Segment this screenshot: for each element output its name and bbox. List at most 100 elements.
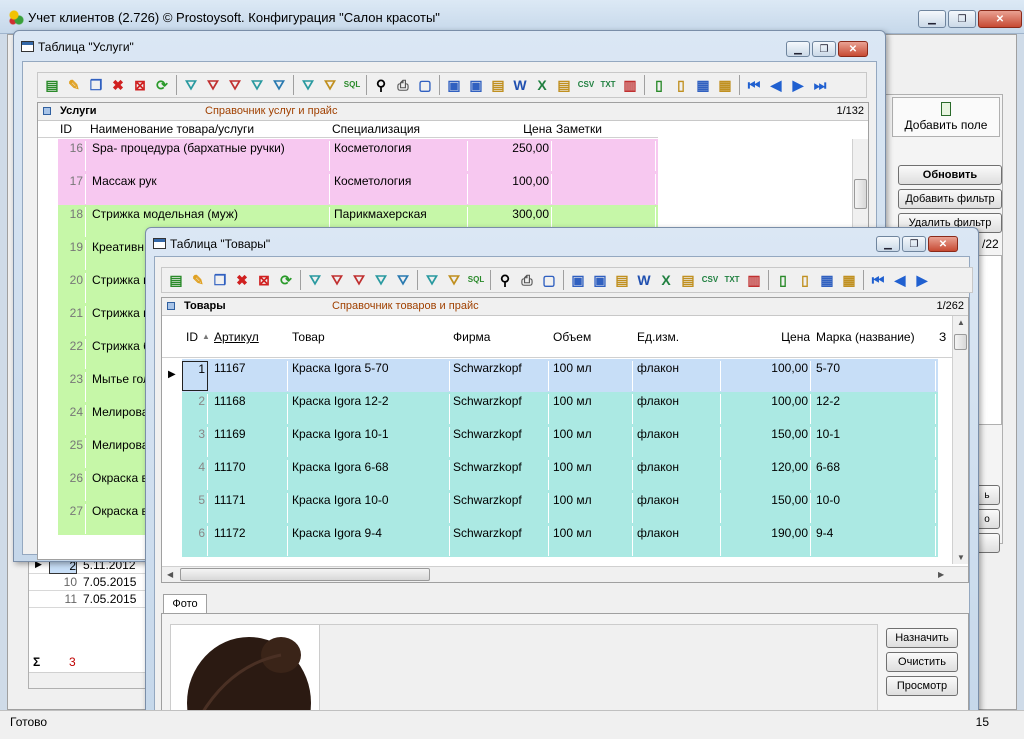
minimize-button[interactable]: ▁ <box>918 10 946 28</box>
csv-icon[interactable]: CSV <box>575 74 597 96</box>
minimize-button[interactable]: ▁ <box>786 41 810 57</box>
template-icon[interactable]: ▤ <box>553 74 575 96</box>
next-record-icon[interactable]: ▶ <box>787 74 809 96</box>
table-row[interactable]: 3 11169 Краска Igora 10-1 Schwarzkopf 100 мл… <box>162 425 952 458</box>
col-firm[interactable]: Фирма <box>453 330 549 344</box>
goods-hscroll-thumb[interactable] <box>180 568 430 581</box>
add-field-icon[interactable]: ▯ <box>772 269 794 291</box>
col-extra[interactable]: З <box>939 330 951 344</box>
last-record-icon[interactable]: ⏭ <box>809 74 831 96</box>
delete-icon[interactable]: ✖ <box>231 269 253 291</box>
table-row[interactable]: 16 Spa- процедура (бархатные ручки) Космет… <box>38 139 658 172</box>
print-icon[interactable]: ⎙ <box>516 269 538 291</box>
filter-list-icon[interactable]: ⛛ <box>443 269 465 291</box>
add-field-icon[interactable]: ▯ <box>648 74 670 96</box>
col-name[interactable]: Наименование товара/услуги <box>90 122 330 136</box>
goods-vscroll-thumb[interactable] <box>954 334 967 350</box>
preview-icon[interactable]: ▢ <box>538 269 560 291</box>
collapse-icon[interactable] <box>43 107 51 115</box>
collapse-icon[interactable] <box>167 302 175 310</box>
col-price[interactable]: Цена <box>724 330 810 344</box>
filter-list-icon[interactable]: ⛛ <box>319 74 341 96</box>
new-record-icon[interactable]: ▤ <box>165 269 187 291</box>
chart-icon[interactable]: ▥ <box>743 269 765 291</box>
delete-multiple-icon[interactable]: ⊠ <box>129 74 151 96</box>
field-edit-icon[interactable]: ▯ <box>794 269 816 291</box>
filter-clear-icon[interactable]: ⛛ <box>224 74 246 96</box>
col-notes[interactable]: Заметки <box>556 122 656 136</box>
col-id[interactable]: ID <box>186 330 202 344</box>
scroll-left-icon[interactable]: ◀ <box>167 570 173 579</box>
sql-icon[interactable]: SQL <box>465 269 487 291</box>
scroll-up-icon[interactable]: ▲ <box>957 318 965 327</box>
col-price[interactable]: Цена <box>468 122 552 136</box>
filter-clear-icon[interactable]: ⛛ <box>348 269 370 291</box>
col-id[interactable]: ID <box>60 122 78 136</box>
chart-icon[interactable]: ▥ <box>619 74 641 96</box>
minimize-button[interactable]: ▁ <box>876 236 900 252</box>
col-spec[interactable]: Специализация <box>332 122 468 136</box>
add-filter-button[interactable]: Добавить фильтр <box>898 189 1002 209</box>
edit-icon[interactable]: ✎ <box>63 74 85 96</box>
maximize-button[interactable]: ❐ <box>812 41 836 57</box>
close-button[interactable]: ✕ <box>838 41 868 57</box>
table-row[interactable]: 2 11168 Краска Igora 12-2 Schwarzkopf 100 мл… <box>162 392 952 425</box>
table-row[interactable]: 6 11172 Краска Igora 9-4 Schwarzkopf 100 мл ф… <box>162 524 952 557</box>
table-settings-icon[interactable]: ▦ <box>816 269 838 291</box>
scroll-down-icon[interactable]: ▼ <box>957 553 965 562</box>
excel-icon[interactable]: X <box>655 269 677 291</box>
edit-icon[interactable]: ✎ <box>187 269 209 291</box>
photo-tab[interactable]: Фото <box>163 594 207 614</box>
word-icon[interactable]: W <box>633 269 655 291</box>
add-field-button[interactable]: Добавить поле <box>892 97 1000 137</box>
print-icon[interactable]: ⎙ <box>392 74 414 96</box>
services-vscroll-thumb[interactable] <box>854 179 867 209</box>
assign-photo-button[interactable]: Назначить <box>886 628 958 648</box>
copy-icon[interactable]: ❐ <box>85 74 107 96</box>
search-icon[interactable]: ⚲ <box>494 269 516 291</box>
filter-save-icon[interactable]: ⛛ <box>268 74 290 96</box>
background-hscroll[interactable] <box>29 672 147 688</box>
filter-group-icon[interactable]: ⛛ <box>297 74 319 96</box>
filter-edit-icon[interactable]: ⛛ <box>370 269 392 291</box>
filter-icon[interactable]: ⛛ <box>180 74 202 96</box>
txt-icon[interactable]: TXT <box>597 74 619 96</box>
close-button[interactable]: ✕ <box>978 10 1022 28</box>
new-record-icon[interactable]: ▤ <box>41 74 63 96</box>
table-format-icon[interactable]: ▦ <box>714 74 736 96</box>
view-photo-button[interactable]: Просмотр <box>886 676 958 696</box>
txt-icon[interactable]: TXT <box>721 269 743 291</box>
table-row[interactable]: 11 7.05.2015 <box>29 591 149 608</box>
prev-record-icon[interactable]: ◀ <box>765 74 787 96</box>
next-record-icon[interactable]: ▶ <box>911 269 933 291</box>
delete-icon[interactable]: ✖ <box>107 74 129 96</box>
field-edit-icon[interactable]: ▯ <box>670 74 692 96</box>
sql-icon[interactable]: SQL <box>341 74 363 96</box>
prev-record-icon[interactable]: ◀ <box>889 269 911 291</box>
filter-remove-icon[interactable]: ⛛ <box>202 74 224 96</box>
filter-remove-icon[interactable]: ⛛ <box>326 269 348 291</box>
report-icon[interactable]: ▤ <box>611 269 633 291</box>
table-row[interactable]: 17 Массаж рук Косметология 100,00 <box>38 172 658 205</box>
word-icon[interactable]: W <box>509 74 531 96</box>
export-icon[interactable]: ▣ <box>567 269 589 291</box>
preview-icon[interactable]: ▢ <box>414 74 436 96</box>
table-row[interactable]: 5 11171 Краска Igora 10-0 Schwarzkopf 100 мл… <box>162 491 952 524</box>
excel-icon[interactable]: X <box>531 74 553 96</box>
filter-save-icon[interactable]: ⛛ <box>392 269 414 291</box>
filter-group-icon[interactable]: ⛛ <box>421 269 443 291</box>
search-icon[interactable]: ⚲ <box>370 74 392 96</box>
csv-icon[interactable]: CSV <box>699 269 721 291</box>
copy-icon[interactable]: ❐ <box>209 269 231 291</box>
refresh-icon[interactable]: ⟳ <box>151 74 173 96</box>
maximize-button[interactable]: ❐ <box>948 10 976 28</box>
refresh-button[interactable]: Обновить <box>898 165 1002 185</box>
table-row[interactable]: ▶ 1 11167 Краска Igora 5-70 Schwarzkopf 100 м… <box>162 359 952 392</box>
table-row[interactable]: 10 7.05.2015 <box>29 574 149 591</box>
scroll-right-icon[interactable]: ▶ <box>938 570 944 579</box>
first-record-icon[interactable]: ⏮ <box>867 269 889 291</box>
goods-hscroll[interactable]: ◀ ▶ <box>162 566 968 582</box>
delete-multiple-icon[interactable]: ⊠ <box>253 269 275 291</box>
import-icon[interactable]: ▣ <box>589 269 611 291</box>
report-icon[interactable]: ▤ <box>487 74 509 96</box>
